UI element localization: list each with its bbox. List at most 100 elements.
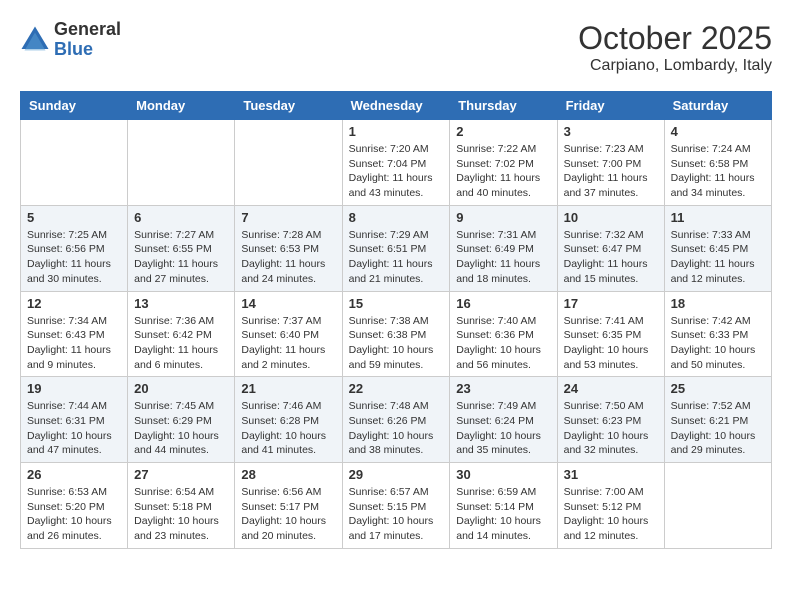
day-number: 13 [134,296,228,311]
calendar-cell [21,120,128,206]
day-info: Sunrise: 7:50 AM Sunset: 6:23 PM Dayligh… [564,399,658,458]
day-info: Sunrise: 7:48 AM Sunset: 6:26 PM Dayligh… [349,399,444,458]
day-number: 11 [671,210,765,225]
day-number: 17 [564,296,658,311]
day-number: 14 [241,296,335,311]
day-header-saturday: Saturday [664,92,771,120]
calendar-cell: 28 Sunrise: 6:56 AM Sunset: 5:17 PM Dayli… [235,463,342,549]
day-info: Sunrise: 7:28 AM Sunset: 6:53 PM Dayligh… [241,228,335,287]
day-info: Sunrise: 7:34 AM Sunset: 6:43 PM Dayligh… [27,314,121,373]
calendar-cell: 20 Sunrise: 7:45 AM Sunset: 6:29 PM Dayli… [128,377,235,463]
day-header-tuesday: Tuesday [235,92,342,120]
day-number: 23 [456,381,550,396]
calendar-header-row: SundayMondayTuesdayWednesdayThursdayFrid… [21,92,772,120]
logo-text: General Blue [54,20,121,60]
calendar-cell: 11 Sunrise: 7:33 AM Sunset: 6:45 PM Dayli… [664,205,771,291]
day-number: 20 [134,381,228,396]
day-info: Sunrise: 7:31 AM Sunset: 6:49 PM Dayligh… [456,228,550,287]
day-number: 15 [349,296,444,311]
calendar-cell: 14 Sunrise: 7:37 AM Sunset: 6:40 PM Dayli… [235,291,342,377]
day-info: Sunrise: 7:23 AM Sunset: 7:00 PM Dayligh… [564,142,658,201]
calendar-cell: 15 Sunrise: 7:38 AM Sunset: 6:38 PM Dayli… [342,291,450,377]
calendar-cell: 5Sunrise: 7:25 AM Sunset: 6:56 PM Daylig… [21,205,128,291]
calendar-cell: 3 Sunrise: 7:23 AM Sunset: 7:00 PM Daylig… [557,120,664,206]
day-header-wednesday: Wednesday [342,92,450,120]
day-number: 10 [564,210,658,225]
calendar-cell: 25Sunrise: 7:52 AM Sunset: 6:21 PM Dayli… [664,377,771,463]
day-info: Sunrise: 7:33 AM Sunset: 6:45 PM Dayligh… [671,228,765,287]
calendar-week-4: 19 Sunrise: 7:44 AM Sunset: 6:31 PM Dayli… [21,377,772,463]
day-number: 3 [564,124,658,139]
calendar-cell: 17 Sunrise: 7:41 AM Sunset: 6:35 PM Dayli… [557,291,664,377]
day-info: Sunrise: 6:57 AM Sunset: 5:15 PM Dayligh… [349,485,444,544]
day-info: Sunrise: 7:24 AM Sunset: 6:58 PM Dayligh… [671,142,765,201]
calendar-cell: 31Sunrise: 7:00 AM Sunset: 5:12 PM Dayli… [557,463,664,549]
day-info: Sunrise: 7:49 AM Sunset: 6:24 PM Dayligh… [456,399,550,458]
day-number: 9 [456,210,550,225]
calendar-cell: 26 Sunrise: 6:53 AM Sunset: 5:20 PM Dayli… [21,463,128,549]
calendar-week-2: 5Sunrise: 7:25 AM Sunset: 6:56 PM Daylig… [21,205,772,291]
calendar-cell [235,120,342,206]
calendar-cell: 23 Sunrise: 7:49 AM Sunset: 6:24 PM Dayli… [450,377,557,463]
day-number: 22 [349,381,444,396]
day-number: 29 [349,467,444,482]
day-number: 26 [27,467,121,482]
day-info: Sunrise: 7:41 AM Sunset: 6:35 PM Dayligh… [564,314,658,373]
day-number: 27 [134,467,228,482]
day-number: 28 [241,467,335,482]
calendar-table: SundayMondayTuesdayWednesdayThursdayFrid… [20,91,772,549]
day-info: Sunrise: 7:00 AM Sunset: 5:12 PM Dayligh… [564,485,658,544]
logo: General Blue [20,20,121,60]
calendar-cell: 4 Sunrise: 7:24 AM Sunset: 6:58 PM Daylig… [664,120,771,206]
calendar-cell: 19 Sunrise: 7:44 AM Sunset: 6:31 PM Dayli… [21,377,128,463]
location: Carpiano, Lombardy, Italy [578,57,772,75]
day-header-sunday: Sunday [21,92,128,120]
day-info: Sunrise: 7:22 AM Sunset: 7:02 PM Dayligh… [456,142,550,201]
calendar-cell: 12 Sunrise: 7:34 AM Sunset: 6:43 PM Dayli… [21,291,128,377]
day-number: 24 [564,381,658,396]
calendar-cell: 30Sunrise: 6:59 AM Sunset: 5:14 PM Dayli… [450,463,557,549]
calendar-cell: 7 Sunrise: 7:28 AM Sunset: 6:53 PM Daylig… [235,205,342,291]
day-info: Sunrise: 7:37 AM Sunset: 6:40 PM Dayligh… [241,314,335,373]
calendar-cell: 21 Sunrise: 7:46 AM Sunset: 6:28 PM Dayli… [235,377,342,463]
day-number: 4 [671,124,765,139]
logo-blue: Blue [54,40,121,60]
calendar-week-5: 26 Sunrise: 6:53 AM Sunset: 5:20 PM Dayli… [21,463,772,549]
calendar-cell: 10 Sunrise: 7:32 AM Sunset: 6:47 PM Dayli… [557,205,664,291]
day-info: Sunrise: 7:32 AM Sunset: 6:47 PM Dayligh… [564,228,658,287]
calendar-week-3: 12 Sunrise: 7:34 AM Sunset: 6:43 PM Dayli… [21,291,772,377]
day-info: Sunrise: 7:36 AM Sunset: 6:42 PM Dayligh… [134,314,228,373]
day-info: Sunrise: 7:45 AM Sunset: 6:29 PM Dayligh… [134,399,228,458]
calendar-cell [128,120,235,206]
day-header-monday: Monday [128,92,235,120]
day-info: Sunrise: 6:53 AM Sunset: 5:20 PM Dayligh… [27,485,121,544]
calendar-cell: 6 Sunrise: 7:27 AM Sunset: 6:55 PM Daylig… [128,205,235,291]
calendar-cell: 16Sunrise: 7:40 AM Sunset: 6:36 PM Dayli… [450,291,557,377]
calendar-cell: 29 Sunrise: 6:57 AM Sunset: 5:15 PM Dayli… [342,463,450,549]
day-info: Sunrise: 6:56 AM Sunset: 5:17 PM Dayligh… [241,485,335,544]
day-info: Sunrise: 7:44 AM Sunset: 6:31 PM Dayligh… [27,399,121,458]
day-header-thursday: Thursday [450,92,557,120]
logo-general: General [54,20,121,40]
day-info: Sunrise: 7:38 AM Sunset: 6:38 PM Dayligh… [349,314,444,373]
month-title: October 2025 [578,20,772,57]
day-number: 6 [134,210,228,225]
day-info: Sunrise: 7:46 AM Sunset: 6:28 PM Dayligh… [241,399,335,458]
day-number: 12 [27,296,121,311]
calendar-cell [664,463,771,549]
calendar-cell: 24 Sunrise: 7:50 AM Sunset: 6:23 PM Dayli… [557,377,664,463]
calendar-cell: 22 Sunrise: 7:48 AM Sunset: 6:26 PM Dayli… [342,377,450,463]
day-number: 19 [27,381,121,396]
day-info: Sunrise: 7:25 AM Sunset: 6:56 PM Dayligh… [27,228,121,287]
calendar-cell: 2 Sunrise: 7:22 AM Sunset: 7:02 PM Daylig… [450,120,557,206]
day-number: 8 [349,210,444,225]
day-number: 21 [241,381,335,396]
calendar-cell: 13 Sunrise: 7:36 AM Sunset: 6:42 PM Dayli… [128,291,235,377]
calendar-cell: 1Sunrise: 7:20 AM Sunset: 7:04 PM Daylig… [342,120,450,206]
day-number: 7 [241,210,335,225]
day-number: 16 [456,296,550,311]
day-info: Sunrise: 7:42 AM Sunset: 6:33 PM Dayligh… [671,314,765,373]
day-info: Sunrise: 7:27 AM Sunset: 6:55 PM Dayligh… [134,228,228,287]
day-info: Sunrise: 7:52 AM Sunset: 6:21 PM Dayligh… [671,399,765,458]
day-number: 2 [456,124,550,139]
